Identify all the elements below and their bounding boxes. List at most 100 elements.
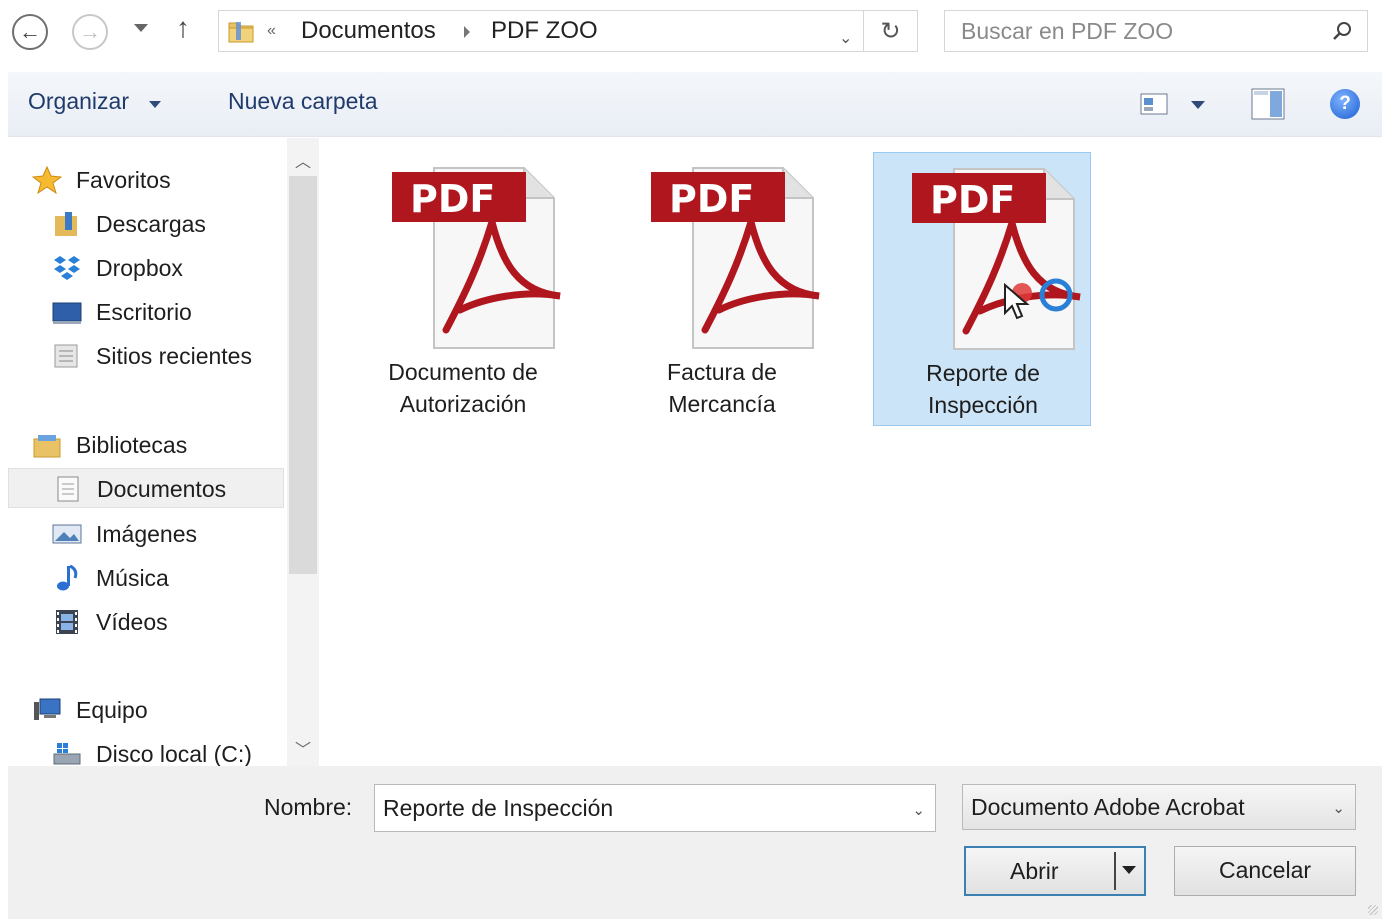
open-button-label[interactable]: Abrir xyxy=(1010,858,1059,885)
file-item-factura-de-mercancia[interactable]: PDF Factura de Mercancía xyxy=(613,152,831,426)
sidebar-item-label: Dropbox xyxy=(96,255,183,281)
sidebar-item-documentos[interactable]: Documentos xyxy=(8,468,284,508)
search-input[interactable]: Buscar en PDF ZOO xyxy=(961,18,1173,45)
computer-icon xyxy=(32,696,62,724)
organize-button[interactable]: Organizar xyxy=(28,88,129,115)
file-name-line: Mercancía xyxy=(668,391,776,417)
resize-grip[interactable] xyxy=(1368,905,1378,915)
video-film-icon xyxy=(52,608,82,636)
up-folder-button[interactable]: ↑ xyxy=(176,12,190,44)
back-button[interactable]: ← xyxy=(12,14,48,50)
file-item-documento-de-autorizacion[interactable]: PDF Documento de Autorización xyxy=(354,152,572,426)
navigation-scrollbar[interactable]: ︿ ﹀ xyxy=(287,138,319,766)
file-name-line: Inspección xyxy=(928,392,1038,418)
hard-drive-icon xyxy=(52,740,82,768)
sidebar-item-label: Vídeos xyxy=(96,609,168,635)
chevron-down-icon[interactable]: ⌄ xyxy=(839,28,852,48)
chevron-down-icon[interactable]: ⌄ xyxy=(1332,799,1345,817)
file-name-value[interactable]: Reporte de Inspección xyxy=(383,795,613,822)
sidebar-item-bibliotecas[interactable]: Bibliotecas xyxy=(8,425,284,465)
sidebar-item-label: Bibliotecas xyxy=(76,432,188,458)
sidebar-item-sitios-recientes[interactable]: Sitios recientes xyxy=(8,336,284,376)
file-type-select[interactable]: Documento Adobe Acrobat ⌄ xyxy=(962,784,1356,830)
change-view-icon[interactable] xyxy=(1140,92,1168,116)
file-name-label: Nombre: xyxy=(264,794,353,820)
breadcrumb-documentos[interactable]: Documentos xyxy=(301,17,436,45)
file-name-line: Documento de xyxy=(388,359,538,385)
music-note-icon xyxy=(52,564,82,592)
arrow-right-icon: → xyxy=(79,19,101,44)
svg-text:PDF: PDF xyxy=(669,177,754,221)
mouse-cursor-icon xyxy=(1004,283,1030,320)
folder-icon xyxy=(228,22,254,43)
chevron-down-icon[interactable]: ⌄ xyxy=(912,801,925,819)
desktop-icon xyxy=(52,298,82,326)
open-options-dropdown-icon[interactable] xyxy=(1122,866,1136,874)
dropbox-icon xyxy=(52,254,82,282)
address-bar[interactable]: « Documentos PDF ZOO ⌄ xyxy=(218,10,864,52)
preview-pane-icon[interactable] xyxy=(1251,88,1285,120)
forward-button[interactable]: → xyxy=(72,14,108,50)
file-name-line: Reporte de xyxy=(926,360,1040,386)
sidebar-item-descargas[interactable]: Descargas xyxy=(8,204,284,244)
refresh-icon: ↻ xyxy=(880,17,901,45)
sidebar-item-label: Documentos xyxy=(97,476,227,502)
breadcrumb-pdf-zoo[interactable]: PDF ZOO xyxy=(491,17,598,45)
file-type-value[interactable]: Documento Adobe Acrobat xyxy=(971,794,1245,821)
cancel-button-label[interactable]: Cancelar xyxy=(1175,857,1355,884)
sidebar-item-label: Favoritos xyxy=(76,167,171,193)
sidebar-item-escritorio[interactable]: Escritorio xyxy=(8,292,284,332)
file-list: PDF Documento de Autorización PDF Factur… xyxy=(322,138,1382,766)
file-item-reporte-de-inspeccion[interactable]: PDF Reporte de Inspección xyxy=(873,152,1091,426)
star-icon xyxy=(31,165,63,195)
command-bar: Organizar Nueva carpeta ? xyxy=(8,72,1382,137)
sidebar-item-musica[interactable]: Música xyxy=(8,558,284,598)
sidebar-item-label: Imágenes xyxy=(96,521,198,547)
recent-locations-dropdown[interactable] xyxy=(134,24,148,32)
documents-library-icon xyxy=(53,475,83,503)
navigation-pane: Favoritos Descargas Dropbox Escritorio S… xyxy=(8,138,286,768)
sidebar-item-imagenes[interactable]: Imágenes xyxy=(8,514,284,554)
sidebar-item-label: Escritorio xyxy=(96,299,192,325)
pdf-file-icon: PDF xyxy=(651,167,820,349)
recent-places-icon xyxy=(52,342,82,370)
downloads-folder-icon xyxy=(52,210,82,238)
sidebar-item-label: Descargas xyxy=(96,211,206,237)
refresh-button[interactable]: ↻ xyxy=(864,10,918,52)
cancel-button[interactable]: Cancelar xyxy=(1174,846,1356,896)
search-icon[interactable] xyxy=(1331,20,1353,42)
search-box[interactable]: Buscar en PDF ZOO xyxy=(944,10,1368,52)
sidebar-item-videos[interactable]: Vídeos xyxy=(8,602,284,642)
sidebar-item-equipo[interactable]: Equipo xyxy=(8,690,284,730)
view-options-dropdown-icon[interactable] xyxy=(1191,101,1205,109)
scroll-down-icon[interactable]: ﹀ xyxy=(295,736,311,760)
pictures-icon xyxy=(52,520,82,548)
organize-dropdown-icon[interactable] xyxy=(149,101,161,108)
help-icon[interactable]: ? xyxy=(1330,89,1360,119)
svg-text:PDF: PDF xyxy=(930,178,1015,222)
breadcrumb-overflow[interactable]: « xyxy=(267,22,276,40)
sidebar-item-favoritos[interactable]: Favoritos xyxy=(8,160,284,200)
sidebar-item-label: Sitios recientes xyxy=(96,343,252,369)
file-name: Reporte de Inspección xyxy=(874,357,1092,421)
file-name: Documento de Autorización xyxy=(354,356,572,420)
arrow-left-icon: ← xyxy=(19,19,41,44)
dialog-footer: Nombre: Reporte de Inspección ⌄ Document… xyxy=(8,766,1382,919)
sidebar-item-label: Equipo xyxy=(76,697,148,723)
sidebar-item-label: Disco local (C:) xyxy=(96,741,252,767)
libraries-icon xyxy=(32,431,62,459)
new-folder-button[interactable]: Nueva carpeta xyxy=(228,88,378,115)
pdf-file-icon: PDF xyxy=(912,168,1081,350)
address-bar-row: ← → ↑ « Documentos PDF ZOO ⌄ ↻ Buscar en… xyxy=(0,0,1389,70)
file-name-line: Autorización xyxy=(399,391,527,417)
sidebar-item-label: Música xyxy=(96,565,169,591)
breadcrumb-separator-icon[interactable] xyxy=(464,26,470,38)
sidebar-item-dropbox[interactable]: Dropbox xyxy=(8,248,284,288)
file-name-input[interactable]: Reporte de Inspección ⌄ xyxy=(374,784,936,832)
scrollbar-thumb[interactable] xyxy=(289,176,317,574)
file-name-line: Factura de xyxy=(667,359,777,385)
open-button[interactable]: Abrir xyxy=(964,846,1146,896)
split-divider xyxy=(1114,852,1116,890)
pdf-file-icon: PDF xyxy=(392,167,561,349)
scroll-up-icon[interactable]: ︿ xyxy=(295,148,311,172)
